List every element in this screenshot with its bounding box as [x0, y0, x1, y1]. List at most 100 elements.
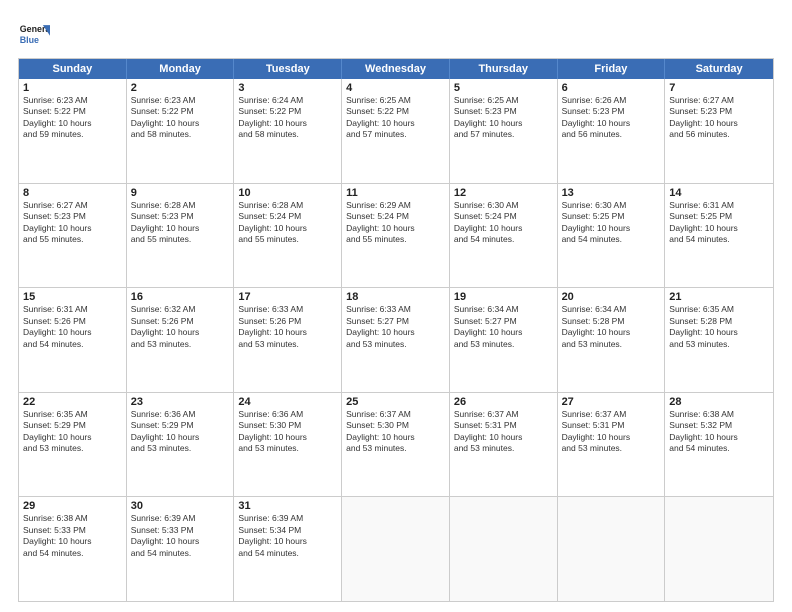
day-details: Sunrise: 6:25 AM Sunset: 5:22 PM Dayligh… [346, 95, 415, 139]
day-details: Sunrise: 6:28 AM Sunset: 5:23 PM Dayligh… [131, 200, 200, 244]
calendar-cell-day-11: 11Sunrise: 6:29 AM Sunset: 5:24 PM Dayli… [342, 184, 450, 288]
day-details: Sunrise: 6:39 AM Sunset: 5:33 PM Dayligh… [131, 513, 200, 557]
calendar-cell-day-7: 7Sunrise: 6:27 AM Sunset: 5:23 PM Daylig… [665, 79, 773, 183]
calendar-cell-day-8: 8Sunrise: 6:27 AM Sunset: 5:23 PM Daylig… [19, 184, 127, 288]
day-number: 5 [454, 82, 553, 94]
day-details: Sunrise: 6:32 AM Sunset: 5:26 PM Dayligh… [131, 304, 200, 348]
day-details: Sunrise: 6:27 AM Sunset: 5:23 PM Dayligh… [23, 200, 92, 244]
header-cell-thursday: Thursday [450, 59, 558, 79]
day-number: 24 [238, 396, 337, 408]
calendar-cell-day-27: 27Sunrise: 6:37 AM Sunset: 5:31 PM Dayli… [558, 393, 666, 497]
calendar-row-4: 22Sunrise: 6:35 AM Sunset: 5:29 PM Dayli… [19, 392, 773, 497]
day-details: Sunrise: 6:34 AM Sunset: 5:27 PM Dayligh… [454, 304, 523, 348]
day-number: 14 [669, 187, 769, 199]
day-number: 8 [23, 187, 122, 199]
day-details: Sunrise: 6:38 AM Sunset: 5:33 PM Dayligh… [23, 513, 92, 557]
calendar-cell-day-28: 28Sunrise: 6:38 AM Sunset: 5:32 PM Dayli… [665, 393, 773, 497]
calendar-cell-day-18: 18Sunrise: 6:33 AM Sunset: 5:27 PM Dayli… [342, 288, 450, 392]
day-number: 17 [238, 291, 337, 303]
calendar-row-1: 1Sunrise: 6:23 AM Sunset: 5:22 PM Daylig… [19, 79, 773, 183]
calendar: SundayMondayTuesdayWednesdayThursdayFrid… [18, 58, 774, 602]
calendar-cell-day-2: 2Sunrise: 6:23 AM Sunset: 5:22 PM Daylig… [127, 79, 235, 183]
day-details: Sunrise: 6:23 AM Sunset: 5:22 PM Dayligh… [131, 95, 200, 139]
day-details: Sunrise: 6:30 AM Sunset: 5:24 PM Dayligh… [454, 200, 523, 244]
day-details: Sunrise: 6:25 AM Sunset: 5:23 PM Dayligh… [454, 95, 523, 139]
calendar-cell-day-26: 26Sunrise: 6:37 AM Sunset: 5:31 PM Dayli… [450, 393, 558, 497]
day-details: Sunrise: 6:37 AM Sunset: 5:31 PM Dayligh… [562, 409, 631, 453]
calendar-cell-day-30: 30Sunrise: 6:39 AM Sunset: 5:33 PM Dayli… [127, 497, 235, 601]
day-number: 15 [23, 291, 122, 303]
calendar-cell-empty [665, 497, 773, 601]
day-number: 18 [346, 291, 445, 303]
day-number: 31 [238, 500, 337, 512]
day-details: Sunrise: 6:38 AM Sunset: 5:32 PM Dayligh… [669, 409, 738, 453]
calendar-cell-day-10: 10Sunrise: 6:28 AM Sunset: 5:24 PM Dayli… [234, 184, 342, 288]
day-number: 27 [562, 396, 661, 408]
day-details: Sunrise: 6:39 AM Sunset: 5:34 PM Dayligh… [238, 513, 307, 557]
day-details: Sunrise: 6:23 AM Sunset: 5:22 PM Dayligh… [23, 95, 92, 139]
day-details: Sunrise: 6:36 AM Sunset: 5:29 PM Dayligh… [131, 409, 200, 453]
day-details: Sunrise: 6:35 AM Sunset: 5:29 PM Dayligh… [23, 409, 92, 453]
calendar-cell-day-6: 6Sunrise: 6:26 AM Sunset: 5:23 PM Daylig… [558, 79, 666, 183]
calendar-cell-day-3: 3Sunrise: 6:24 AM Sunset: 5:22 PM Daylig… [234, 79, 342, 183]
day-number: 7 [669, 82, 769, 94]
calendar-cell-day-21: 21Sunrise: 6:35 AM Sunset: 5:28 PM Dayli… [665, 288, 773, 392]
calendar-cell-day-12: 12Sunrise: 6:30 AM Sunset: 5:24 PM Dayli… [450, 184, 558, 288]
calendar-cell-day-13: 13Sunrise: 6:30 AM Sunset: 5:25 PM Dayli… [558, 184, 666, 288]
logo: General Blue [18, 18, 50, 50]
calendar-cell-empty [450, 497, 558, 601]
logo-icon: General Blue [18, 18, 50, 50]
day-number: 21 [669, 291, 769, 303]
day-details: Sunrise: 6:27 AM Sunset: 5:23 PM Dayligh… [669, 95, 738, 139]
calendar-cell-day-24: 24Sunrise: 6:36 AM Sunset: 5:30 PM Dayli… [234, 393, 342, 497]
day-number: 12 [454, 187, 553, 199]
day-number: 29 [23, 500, 122, 512]
day-details: Sunrise: 6:31 AM Sunset: 5:25 PM Dayligh… [669, 200, 738, 244]
day-number: 11 [346, 187, 445, 199]
day-details: Sunrise: 6:29 AM Sunset: 5:24 PM Dayligh… [346, 200, 415, 244]
header-cell-tuesday: Tuesday [234, 59, 342, 79]
calendar-cell-empty [342, 497, 450, 601]
calendar-cell-day-17: 17Sunrise: 6:33 AM Sunset: 5:26 PM Dayli… [234, 288, 342, 392]
day-number: 23 [131, 396, 230, 408]
day-details: Sunrise: 6:36 AM Sunset: 5:30 PM Dayligh… [238, 409, 307, 453]
day-details: Sunrise: 6:33 AM Sunset: 5:27 PM Dayligh… [346, 304, 415, 348]
day-number: 19 [454, 291, 553, 303]
calendar-cell-day-20: 20Sunrise: 6:34 AM Sunset: 5:28 PM Dayli… [558, 288, 666, 392]
day-number: 20 [562, 291, 661, 303]
day-number: 25 [346, 396, 445, 408]
day-details: Sunrise: 6:33 AM Sunset: 5:26 PM Dayligh… [238, 304, 307, 348]
day-number: 16 [131, 291, 230, 303]
header-cell-wednesday: Wednesday [342, 59, 450, 79]
day-number: 28 [669, 396, 769, 408]
header-cell-monday: Monday [127, 59, 235, 79]
day-number: 4 [346, 82, 445, 94]
day-details: Sunrise: 6:37 AM Sunset: 5:30 PM Dayligh… [346, 409, 415, 453]
calendar-body: 1Sunrise: 6:23 AM Sunset: 5:22 PM Daylig… [19, 79, 773, 601]
calendar-cell-day-16: 16Sunrise: 6:32 AM Sunset: 5:26 PM Dayli… [127, 288, 235, 392]
day-number: 6 [562, 82, 661, 94]
calendar-cell-day-1: 1Sunrise: 6:23 AM Sunset: 5:22 PM Daylig… [19, 79, 127, 183]
header-cell-sunday: Sunday [19, 59, 127, 79]
day-details: Sunrise: 6:30 AM Sunset: 5:25 PM Dayligh… [562, 200, 631, 244]
day-number: 10 [238, 187, 337, 199]
day-number: 13 [562, 187, 661, 199]
calendar-row-2: 8Sunrise: 6:27 AM Sunset: 5:23 PM Daylig… [19, 183, 773, 288]
calendar-cell-empty [558, 497, 666, 601]
calendar-cell-day-23: 23Sunrise: 6:36 AM Sunset: 5:29 PM Dayli… [127, 393, 235, 497]
calendar-header-row: SundayMondayTuesdayWednesdayThursdayFrid… [19, 59, 773, 79]
calendar-cell-day-15: 15Sunrise: 6:31 AM Sunset: 5:26 PM Dayli… [19, 288, 127, 392]
day-details: Sunrise: 6:34 AM Sunset: 5:28 PM Dayligh… [562, 304, 631, 348]
calendar-row-5: 29Sunrise: 6:38 AM Sunset: 5:33 PM Dayli… [19, 496, 773, 601]
page-header: General Blue [18, 18, 774, 50]
day-details: Sunrise: 6:24 AM Sunset: 5:22 PM Dayligh… [238, 95, 307, 139]
calendar-cell-day-5: 5Sunrise: 6:25 AM Sunset: 5:23 PM Daylig… [450, 79, 558, 183]
day-number: 1 [23, 82, 122, 94]
calendar-cell-day-14: 14Sunrise: 6:31 AM Sunset: 5:25 PM Dayli… [665, 184, 773, 288]
calendar-row-3: 15Sunrise: 6:31 AM Sunset: 5:26 PM Dayli… [19, 287, 773, 392]
calendar-cell-day-4: 4Sunrise: 6:25 AM Sunset: 5:22 PM Daylig… [342, 79, 450, 183]
header-cell-friday: Friday [558, 59, 666, 79]
calendar-cell-day-31: 31Sunrise: 6:39 AM Sunset: 5:34 PM Dayli… [234, 497, 342, 601]
calendar-cell-day-22: 22Sunrise: 6:35 AM Sunset: 5:29 PM Dayli… [19, 393, 127, 497]
day-details: Sunrise: 6:37 AM Sunset: 5:31 PM Dayligh… [454, 409, 523, 453]
